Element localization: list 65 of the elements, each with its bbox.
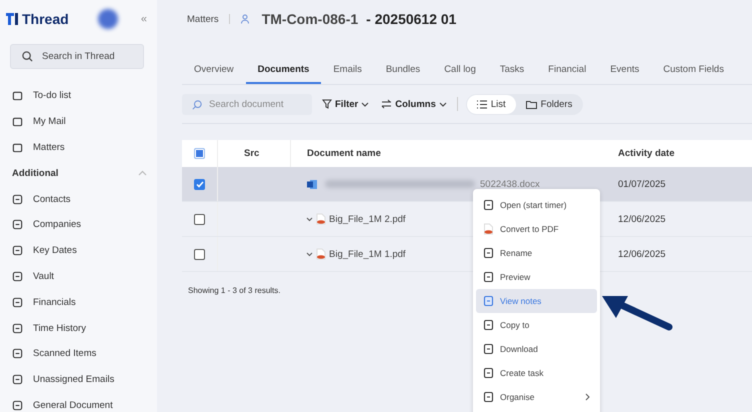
matter-code: TM-Com-086-1 [262,11,358,27]
pdf-file-icon [316,213,326,225]
person-icon [240,14,250,24]
column-header[interactable]: Activity date [590,148,752,159]
sidebar-item[interactable]: Vault [0,264,157,290]
sidebar-item[interactable]: To-do list [0,83,157,109]
results-summary: Showing 1 - 3 of 3 results. [188,286,280,295]
menu-item[interactable]: Download [476,337,597,361]
tab[interactable]: Bundles [374,58,432,84]
table-cell-text: 01/07/2025 [617,178,667,190]
sidebar-item[interactable]: Matters [0,134,157,160]
pdf-icon [483,223,494,235]
caret-icon [361,102,370,106]
sidebar-item[interactable]: Financials [0,289,157,316]
chevron-icon[interactable] [306,216,313,222]
menu-item[interactable]: Organise [476,385,597,409]
sidebar-item[interactable]: General Document [0,392,157,412]
sidebar-item[interactable]: Unassigned Emails [0,366,157,393]
view-toggle[interactable]: Folders [516,94,582,114]
word-file-icon [306,178,318,190]
tab[interactable]: Custom Fields [651,58,736,84]
tab[interactable]: Emails [321,58,374,84]
tab[interactable]: Documents [246,58,322,84]
tab[interactable]: Events [598,58,652,84]
swap-icon [381,99,392,109]
search-icon [22,51,33,62]
filter-icon [322,99,332,109]
tab[interactable]: Tasks [488,58,536,84]
menu-item[interactable]: Create task [476,361,597,385]
table-cell-text: 12/06/2025 [617,214,667,224]
sidebar-item[interactable]: Key Dates [0,238,157,264]
section-heading: Additional [12,168,58,179]
avatar[interactable] [98,9,118,29]
sidebar-item[interactable]: Contacts [0,186,157,212]
caret-icon [438,102,447,106]
row-checkbox[interactable] [194,214,205,224]
logo-icon [5,12,19,26]
sidebar-item[interactable]: Time History [0,315,157,341]
brand-name: Thread [22,11,69,27]
tab[interactable]: Overview [182,58,246,84]
filter-button[interactable]: Filter [320,98,372,110]
tab[interactable]: Call log [432,58,488,84]
menu-item[interactable]: Rename [476,241,597,265]
tab[interactable]: Financial [536,58,598,84]
search-field[interactable]: Search in Thread [10,44,144,69]
select-all-checkbox[interactable] [194,148,205,159]
breadcrumb-link[interactable]: Matters [187,14,219,24]
file-name[interactable]: Big_File_1M 1.pdf [329,248,406,260]
row-checkbox[interactable] [194,248,205,260]
search-icon [192,100,202,110]
table-cell-text: 12/06/2025 [617,248,667,260]
matter-title: - 20250612 01 [366,11,456,27]
list-icon [476,100,487,108]
view-toggle[interactable]: List [466,94,516,114]
file-name[interactable]: Big_File_1M 2.pdf [329,214,406,224]
columns-button[interactable]: Columns [379,98,449,110]
sidebar-item[interactable]: Scanned Items [0,340,157,367]
sidebar-item[interactable]: My Mail [0,108,157,135]
sidebar-item[interactable]: Companies [0,212,157,238]
row-checkbox[interactable] [194,178,205,190]
menu-item[interactable]: Copy to [476,313,597,337]
pdf-file-icon [316,248,326,260]
search-field[interactable]: Search document [182,94,312,114]
chevron-icon[interactable] [306,252,313,256]
table-row[interactable]: 5022438.docx 01/07/2025 [182,167,752,202]
